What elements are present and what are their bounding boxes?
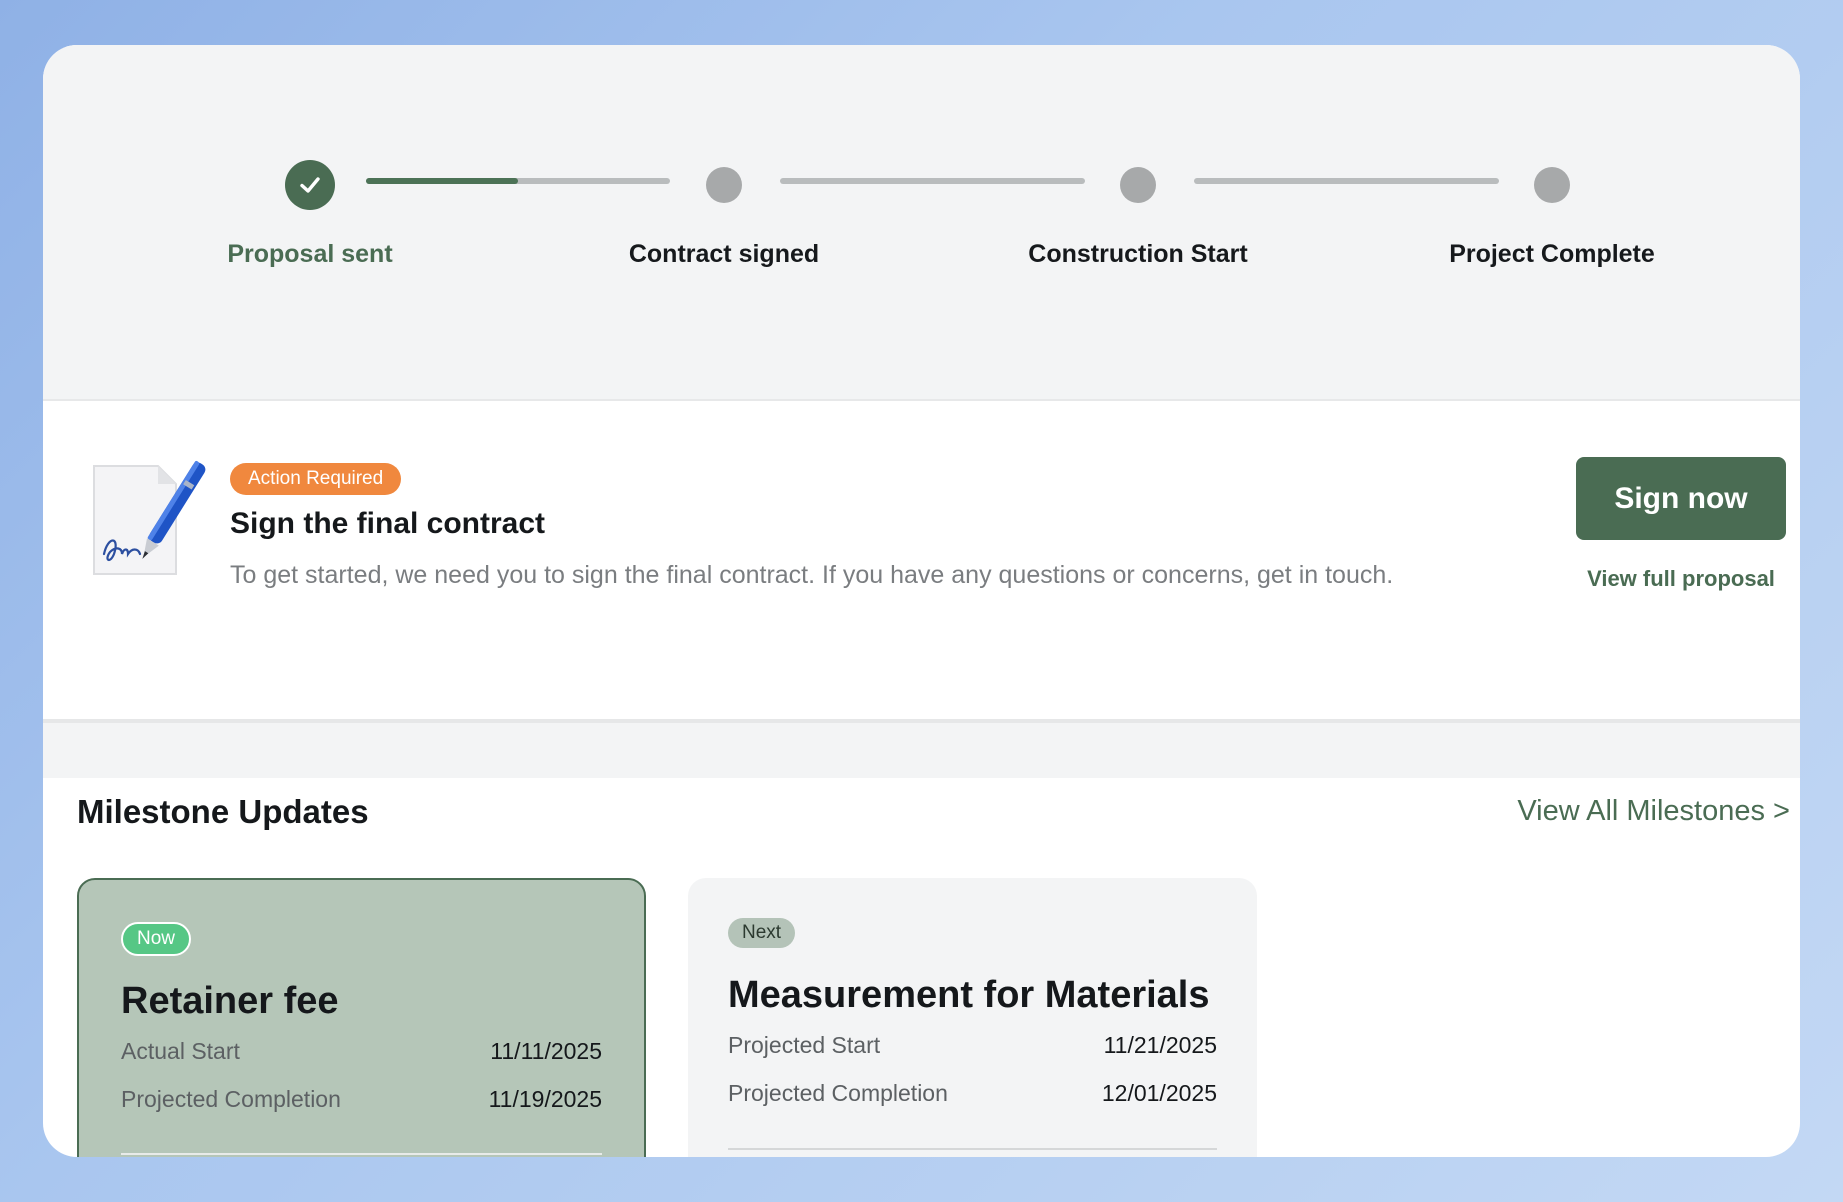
milestone-row: Projected Completion 12/01/2025 [728,1080,1217,1107]
milestone-row: Actual Start 11/11/2025 [121,1038,602,1065]
milestone-status-badge: Now [121,922,192,956]
milestone-row-label: Actual Start [121,1038,240,1064]
action-required-card: Action Required Sign the final contract … [43,401,1800,723]
card-divider [121,1153,602,1155]
milestone-card-next[interactable]: Next Measurement for Materials Projected… [688,878,1257,1157]
step-connector-3 [1194,178,1499,184]
milestone-row: Projected Completion 11/19/2025 [121,1086,602,1113]
step-label-contract-signed: Contract signed [628,240,820,268]
step-dot-construction-start [1120,167,1156,203]
milestones-title: Milestone Updates [77,793,369,830]
view-full-proposal-link[interactable]: View full proposal [1576,566,1786,592]
action-description: To get started, we need you to sign the … [230,561,1394,589]
step-connector-1-fill [366,178,518,184]
action-required-badge: Action Required [230,463,402,495]
check-icon [300,177,320,193]
milestone-status-badge: Next [728,918,796,948]
card-divider [728,1148,1217,1150]
signed-contract-icon [93,460,206,575]
step-label-proposal-sent: Proposal sent [227,240,393,268]
sign-now-button[interactable]: Sign now [1576,457,1786,540]
step-label-project-complete: Project Complete [1449,240,1655,268]
step-dot-project-complete [1534,167,1570,203]
step-connector-1 [366,178,670,184]
step-label-construction-start: Construction Start [1028,240,1248,268]
milestone-title: Retainer fee [121,980,339,1022]
app-frame: Proposal sent Contract signed Constructi… [43,45,1800,1157]
milestone-card-current[interactable]: Now Retainer fee Actual Start 11/11/2025… [77,878,646,1157]
milestone-row-label: Projected Completion [728,1080,948,1106]
progress-stepper: Proposal sent Contract signed Constructi… [43,45,1800,401]
milestone-row-label: Projected Start [728,1032,881,1058]
milestone-row-label: Projected Completion [121,1086,341,1112]
milestone-title: Measurement for Materials [728,974,1210,1016]
step-connector-2 [780,178,1085,184]
milestone-row: Projected Start 11/21/2025 [728,1032,1217,1059]
milestone-row-value: 11/21/2025 [1103,1032,1217,1058]
milestone-row-value: 11/11/2025 [490,1038,602,1064]
milestone-row-value: 11/19/2025 [488,1086,602,1112]
step-dot-contract-signed [706,167,742,203]
section-divider [43,723,1800,778]
milestone-row-value: 12/01/2025 [1101,1080,1217,1106]
step-dot-proposal-sent [285,160,335,210]
action-title: Sign the final contract [230,507,546,540]
view-all-milestones-link[interactable]: View All Milestones > [1517,795,1790,828]
